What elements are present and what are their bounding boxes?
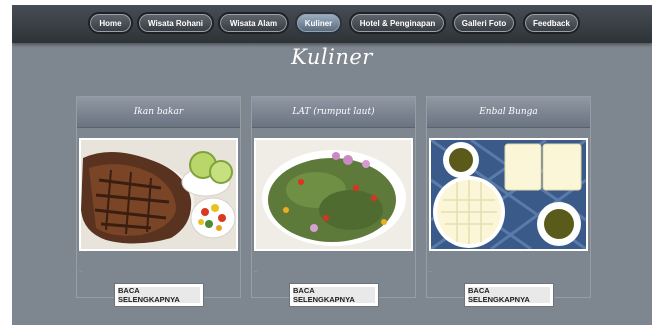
read-more-button[interactable]: BACA SELENGKAPNYA [465, 284, 553, 306]
read-more-button[interactable]: BACA SELENGKAPNYA [290, 284, 378, 306]
card-separator: – [79, 269, 83, 275]
nav-wisata-alam-button[interactable]: Wisata Alam [218, 12, 289, 34]
card-title: Ikan bakar [77, 97, 240, 128]
nav-home-button[interactable]: Home [88, 12, 133, 34]
enbal-cake-image[interactable] [429, 138, 588, 251]
grilled-fish-image[interactable] [79, 138, 238, 251]
seaweed-salad-image[interactable] [254, 138, 413, 251]
nav-hotel-penginapan-button[interactable]: Hotel & Penginapan [349, 12, 446, 34]
card-separator: – [429, 269, 433, 275]
food-card-enbal-bunga: Enbal Bunga – BACA SELENGKAPNYA [426, 96, 591, 306]
nav-kuliner-button[interactable]: Kuliner [295, 12, 342, 34]
read-more-button[interactable]: BACA SELENGKAPNYA [115, 284, 203, 306]
food-card-lat: LAT (rumput laut) – BACA SELENGKAPNYA [251, 96, 416, 306]
page-frame: Home Wisata Rohani Wisata Alam Kuliner H… [12, 5, 652, 325]
card-title: Enbal Bunga [427, 97, 590, 128]
page-title: Kuliner [291, 45, 373, 69]
nav-wisata-rohani-button[interactable]: Wisata Rohani [137, 12, 214, 34]
food-card-ikan-bakar: Ikan bakar – BACA SELENGKAPNYA [76, 96, 241, 306]
nav-galleri-foto-button[interactable]: Galleri Foto [452, 12, 516, 34]
nav-feedback-button[interactable]: Feedback [523, 12, 580, 34]
card-separator: – [254, 269, 258, 275]
card-title: LAT (rumput laut) [252, 97, 415, 128]
top-navigation-bar: Home Wisata Rohani Wisata Alam Kuliner H… [12, 5, 652, 43]
